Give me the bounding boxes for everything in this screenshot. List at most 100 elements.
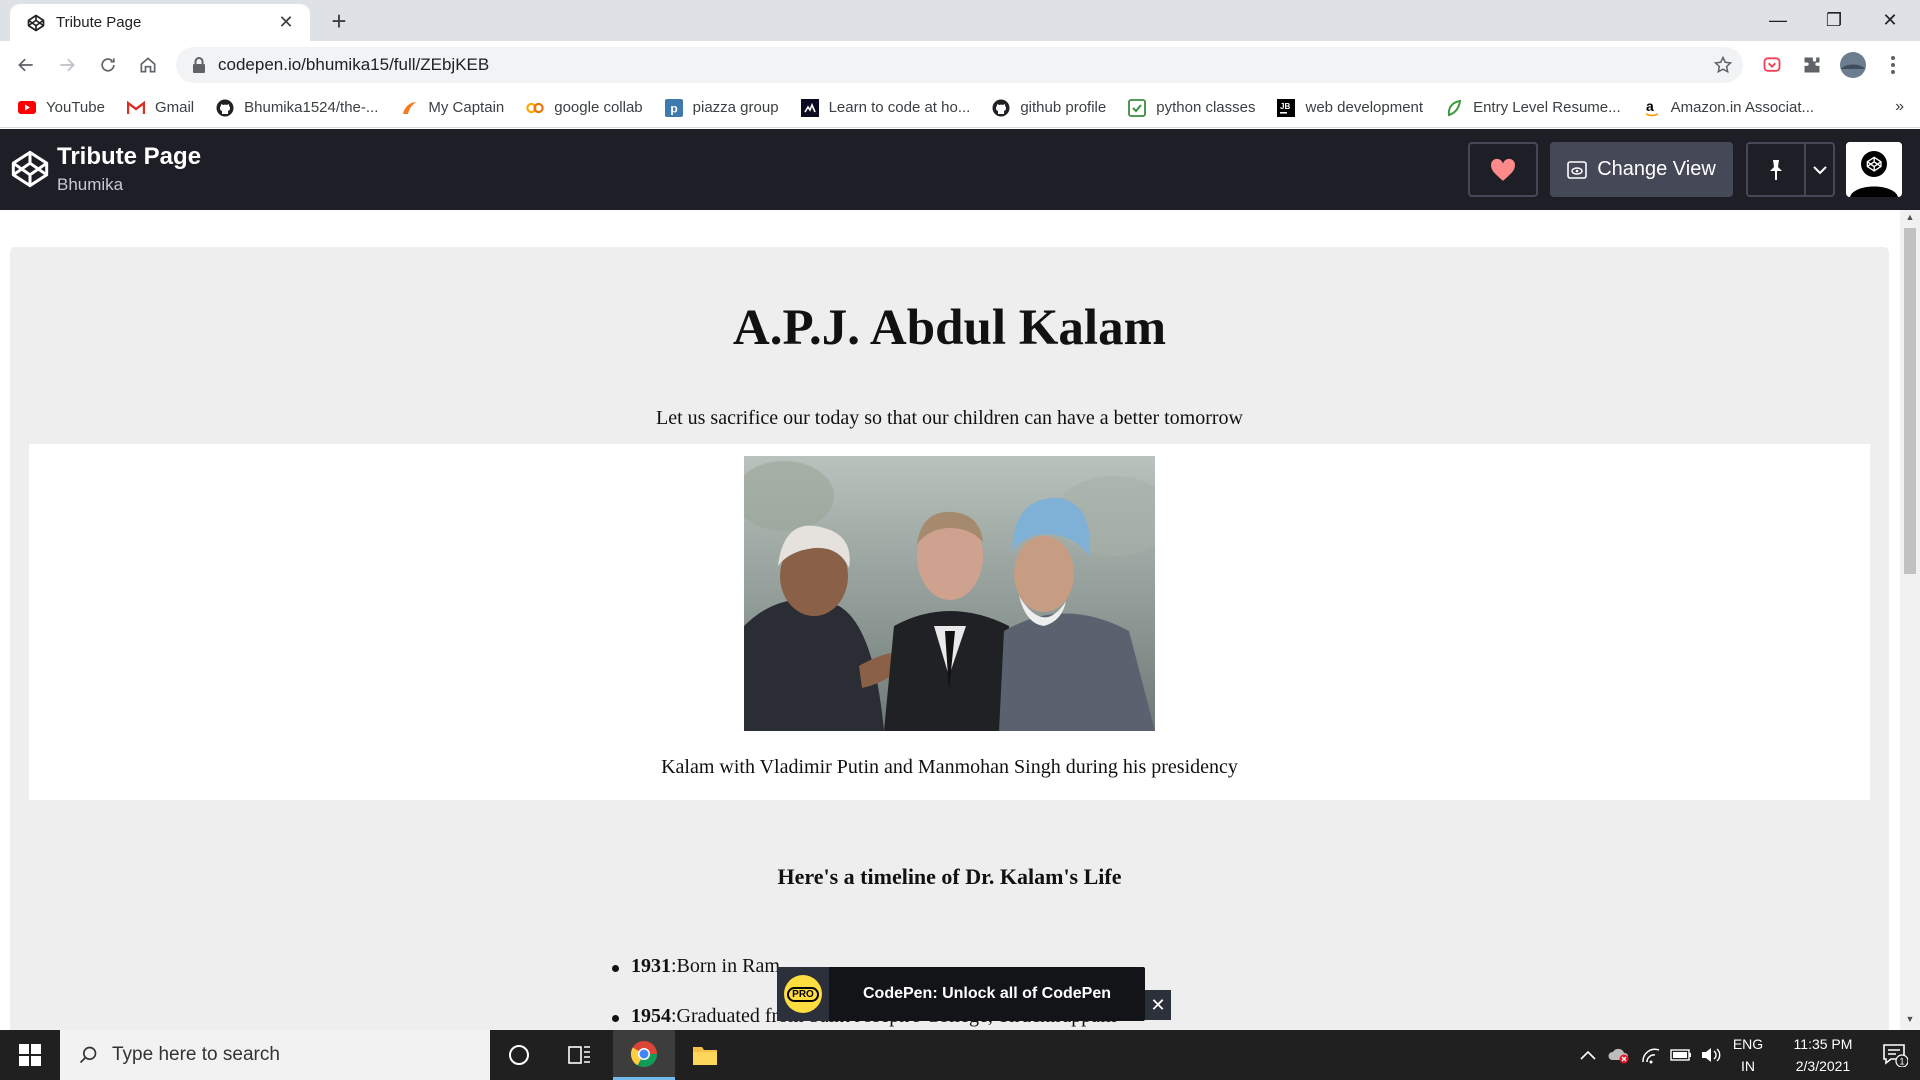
- bookmark-label: My Captain: [428, 99, 505, 116]
- pen-title[interactable]: Tribute Page: [57, 143, 201, 171]
- bookmark-item[interactable]: a Amazon.in Associat...: [1643, 99, 1814, 117]
- bookmark-label: google collab: [554, 99, 643, 116]
- bookmark-item[interactable]: p piazza group: [664, 98, 779, 117]
- restore-button[interactable]: ❐: [1806, 0, 1862, 41]
- action-center-button[interactable]: 1: [1870, 1030, 1920, 1080]
- close-window-button[interactable]: ✕: [1862, 0, 1918, 41]
- forward-arrow-icon: [60, 58, 75, 72]
- page-scrollbar[interactable]: ▲ ▼: [1900, 210, 1920, 1030]
- browser-tab-strip: Tribute Page ✕ + — ❐ ✕: [0, 0, 1920, 41]
- bookmark-item[interactable]: Learn to code at ho...: [800, 98, 970, 117]
- home-button[interactable]: [132, 49, 164, 81]
- heart-icon: [1491, 158, 1515, 181]
- bookmark-item[interactable]: Bhumika1524/the-...: [216, 99, 378, 117]
- file-explorer-icon[interactable]: [677, 1030, 733, 1080]
- codepen-header: Tribute Page Bhumika Change View: [0, 129, 1920, 210]
- github-icon: [216, 99, 234, 117]
- scroll-up-icon[interactable]: ▲: [1900, 212, 1920, 228]
- reload-button[interactable]: [92, 49, 124, 81]
- bookmark-item[interactable]: Gmail: [126, 99, 194, 117]
- bookmark-item[interactable]: github profile: [992, 99, 1106, 117]
- bookmark-label: github profile: [1020, 99, 1107, 116]
- home-icon: [140, 57, 156, 73]
- task-view-icon[interactable]: [552, 1030, 608, 1080]
- taskbar-chrome-icon[interactable]: [613, 1030, 675, 1080]
- bookmark-star-icon[interactable]: [1708, 50, 1738, 80]
- image-container: Kalam with Vladimir Putin and Manmohan S…: [29, 444, 1870, 800]
- change-view-label: Change View: [1597, 158, 1716, 180]
- codepen-logo-icon[interactable]: [10, 149, 50, 189]
- codepen-favicon-icon: [26, 13, 46, 33]
- piazza-icon: p: [664, 98, 683, 117]
- clock-date: 2/3/2021: [1795, 1058, 1851, 1074]
- pin-dropdown-button[interactable]: [1806, 144, 1833, 195]
- pen-preview: A.P.J. Abdul Kalam Let us sacrifice our …: [0, 210, 1900, 1030]
- bookmark-item[interactable]: Entry Level Resume...: [1445, 99, 1621, 117]
- tab-close-icon[interactable]: ✕: [274, 12, 298, 33]
- user-avatar[interactable]: [1846, 142, 1902, 197]
- scroll-down-icon[interactable]: ▼: [1900, 1014, 1920, 1030]
- minimize-button[interactable]: —: [1750, 0, 1806, 41]
- pin-button[interactable]: [1748, 144, 1806, 195]
- pro-badge-label: PRO: [787, 986, 819, 1002]
- heart-button[interactable]: [1468, 142, 1538, 197]
- cortana-icon[interactable]: [491, 1030, 547, 1080]
- profile-avatar-icon[interactable]: [1838, 50, 1868, 80]
- pin-button-group: [1746, 142, 1835, 197]
- gmail-icon: [126, 99, 145, 117]
- pro-badge-icon: PRO: [777, 967, 829, 1021]
- github-icon: [992, 99, 1010, 117]
- pocket-extension-icon[interactable]: [1757, 50, 1787, 80]
- bookmark-item[interactable]: YouTube: [18, 99, 105, 117]
- browser-tab[interactable]: Tribute Page ✕: [10, 4, 310, 41]
- bookmark-label: Entry Level Resume...: [1473, 99, 1621, 116]
- timeline-text: :Born in Ram: [671, 955, 780, 977]
- svg-text:JB: JB: [1280, 102, 1290, 111]
- wifi-icon[interactable]: [1636, 1030, 1666, 1080]
- bookmark-item[interactable]: My Captain: [400, 99, 504, 117]
- pin-icon: [1770, 159, 1782, 180]
- timeline-year: 1954: [631, 1005, 671, 1027]
- change-view-button[interactable]: Change View: [1550, 142, 1733, 197]
- volume-icon[interactable]: [1696, 1030, 1726, 1080]
- show-hidden-icons-chevron-icon[interactable]: [1576, 1030, 1600, 1080]
- amazon-icon: a: [1643, 99, 1661, 117]
- bookmark-label: Amazon.in Associat...: [1670, 99, 1815, 116]
- promo-close-button[interactable]: ✕: [1145, 990, 1171, 1020]
- bookmark-label: piazza group: [692, 99, 779, 116]
- chevron-down-icon: [1812, 165, 1827, 174]
- new-tab-button[interactable]: +: [324, 6, 354, 36]
- taskbar-search-box[interactable]: Type here to search: [60, 1030, 490, 1080]
- url-text: codepen.io/bhumika15/full/ZEbjKEB: [218, 55, 490, 74]
- lock-icon: [193, 57, 205, 73]
- language-bottom: IN: [1741, 1058, 1755, 1074]
- notification-count: 1: [1899, 1057, 1904, 1067]
- codepen-pro-promo[interactable]: PRO CodePen: Unlock all of CodePen: [777, 967, 1145, 1021]
- chrome-menu-icon[interactable]: [1878, 50, 1908, 80]
- timeline-year: 1931: [631, 955, 671, 977]
- forward-button[interactable]: [51, 49, 83, 81]
- bookmark-item[interactable]: google collab: [526, 99, 643, 117]
- bookmark-item[interactable]: JB web development: [1277, 98, 1424, 117]
- bookmark-label: python classes: [1156, 99, 1256, 116]
- windows-start-button[interactable]: [0, 1030, 60, 1080]
- pen-author[interactable]: Bhumika: [57, 175, 123, 195]
- bookmark-item[interactable]: python classes: [1128, 98, 1256, 117]
- bookmark-label: YouTube: [46, 99, 105, 116]
- scrollbar-thumb[interactable]: [1904, 228, 1916, 574]
- onedrive-error-icon[interactable]: [1604, 1030, 1634, 1080]
- extensions-puzzle-icon[interactable]: [1797, 50, 1827, 80]
- battery-icon[interactable]: [1666, 1030, 1696, 1080]
- colab-icon: [526, 99, 544, 117]
- bookmark-label: web development: [1305, 99, 1424, 116]
- back-button[interactable]: [10, 49, 42, 81]
- input-language-indicator[interactable]: ENG IN: [1726, 1030, 1770, 1080]
- more-bookmarks-icon[interactable]: »: [1895, 98, 1904, 116]
- freecodecamp-icon: [800, 98, 819, 117]
- back-arrow-icon: [18, 58, 33, 72]
- taskbar-search-placeholder: Type here to search: [112, 1044, 280, 1065]
- address-bar[interactable]: codepen.io/bhumika15/full/ZEbjKEB: [176, 47, 1743, 83]
- clock[interactable]: 11:35 PM 2/3/2021: [1776, 1030, 1870, 1080]
- checklist-icon: [1128, 98, 1147, 117]
- jetbrains-icon: JB: [1277, 98, 1296, 117]
